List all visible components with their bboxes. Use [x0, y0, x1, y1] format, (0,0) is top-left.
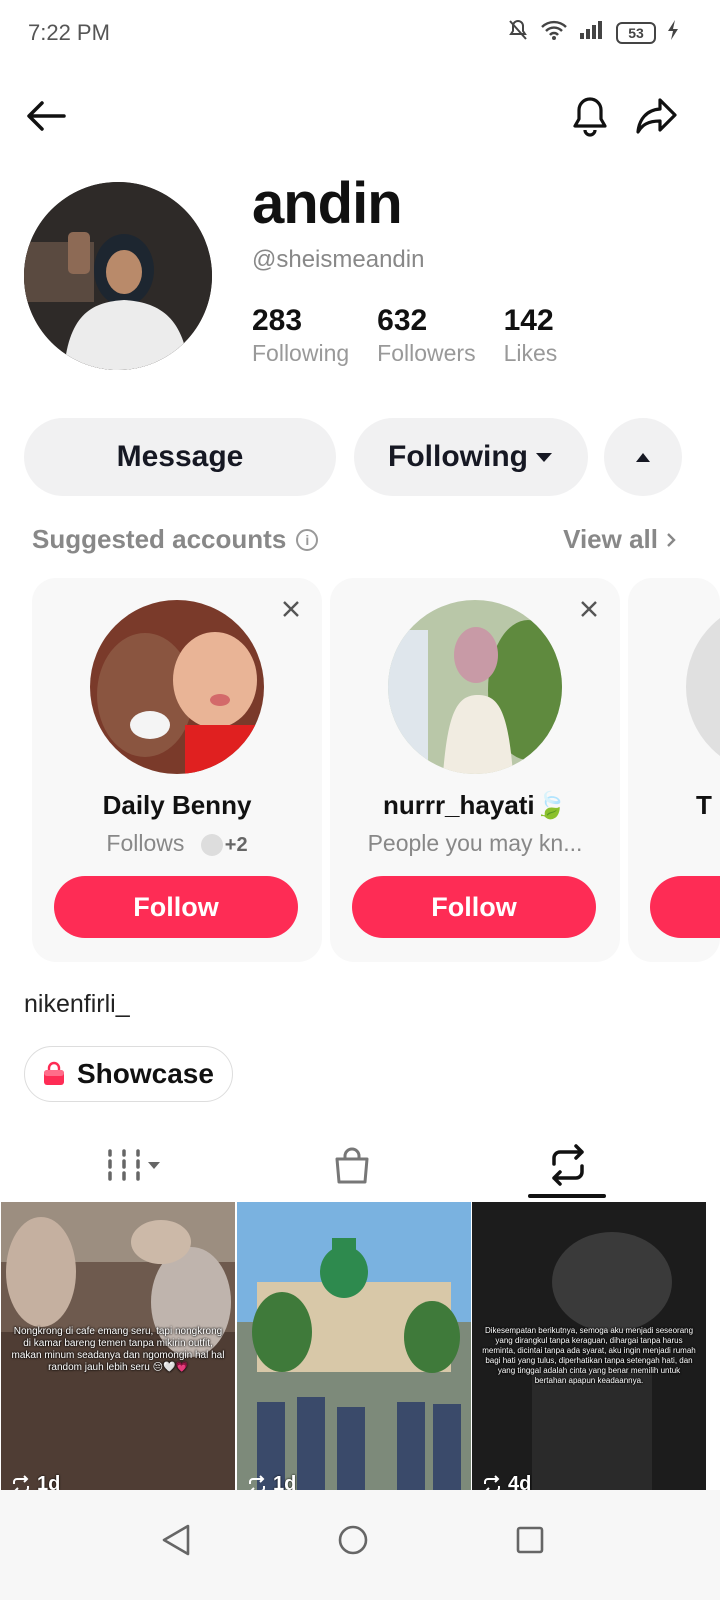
stat-label: Likes: [503, 340, 558, 366]
video-age: 4d: [482, 1473, 531, 1490]
suggested-name: T: [696, 790, 712, 820]
repost-small-icon: [249, 1474, 265, 1490]
video-caption: Dikesempatan berikutnya, semoga aku menj…: [482, 1326, 696, 1385]
stat-likes[interactable]: 142 Likes: [504, 304, 558, 367]
status-bar: 7:22 PM 53: [0, 0, 720, 66]
stat-value: 283: [252, 304, 303, 337]
profile-tabs: [0, 1130, 720, 1200]
shop-bag-icon: [335, 1147, 369, 1184]
follow-button[interactable]: Follow: [352, 876, 596, 938]
stat-following[interactable]: 283 Following: [252, 304, 349, 367]
bell-icon: [573, 97, 607, 137]
repost-icon: [552, 1144, 584, 1186]
stat-label: Followers: [377, 340, 476, 366]
follows-label: Follows: [106, 830, 185, 856]
chevron-right-icon: [667, 532, 676, 547]
suggested-title-label: Suggested accounts: [32, 524, 287, 554]
mute-icon: [506, 18, 530, 47]
system-recents-button[interactable]: [500, 1510, 560, 1570]
follow-button[interactable]: [650, 876, 720, 938]
video-caption: Nongkrong di cafe emang seru, tapi nongk…: [11, 1326, 225, 1373]
notification-bell-button[interactable]: [562, 88, 618, 144]
stat-value: 142: [503, 304, 554, 337]
suggested-avatar[interactable]: [90, 600, 264, 774]
circle-home-icon: [338, 1525, 368, 1555]
username: @sheismeandin: [252, 246, 425, 273]
suggested-accounts-title: Suggested accounts i: [32, 524, 319, 555]
tab-reposts[interactable]: [448, 1130, 688, 1200]
caret-down-icon: [535, 453, 552, 462]
grid-columns-icon: [108, 1149, 160, 1181]
charging-icon: [666, 19, 680, 46]
video-age-label: 4d: [508, 1473, 532, 1490]
shopping-bag-icon: [44, 1061, 64, 1085]
square-recents-icon: [516, 1526, 544, 1554]
mutual-count: +2: [224, 834, 248, 856]
following-button[interactable]: Following: [354, 418, 588, 496]
system-home-button[interactable]: [323, 1510, 383, 1570]
video-grid: Nongkrong di cafe emang seru, tapi nongk…: [0, 1202, 720, 1490]
stat-followers[interactable]: 632 Followers: [377, 304, 475, 367]
suggested-card[interactable]: nurrr_hayati🍃 People you may kn... Follo…: [330, 578, 620, 962]
system-nav-bar: [0, 1490, 720, 1600]
video-tile[interactable]: 1d: [237, 1202, 471, 1490]
share-button[interactable]: [628, 88, 684, 144]
video-age: 1d: [11, 1473, 60, 1490]
suggested-avatar[interactable]: [388, 600, 562, 774]
dismiss-button[interactable]: [574, 594, 604, 624]
profile-stats: 283 Following 632 Followers 142 Likes: [252, 304, 557, 367]
back-button[interactable]: [18, 88, 74, 144]
repost-small-icon: [13, 1474, 29, 1490]
back-arrow-icon: [27, 101, 66, 131]
view-all-link[interactable]: View all: [563, 524, 676, 555]
bio-text: nikenfirli_: [24, 990, 130, 1018]
suggested-avatar[interactable]: [686, 600, 720, 774]
showcase-label: Showcase: [77, 1058, 214, 1089]
suggested-subtitle: Follows +2: [32, 830, 322, 857]
video-age: 1d: [247, 1473, 296, 1490]
battery-icon: 53: [616, 21, 656, 44]
suggested-name: nurrr_hayati🍃: [382, 790, 568, 820]
collapse-suggestions-button[interactable]: [604, 418, 682, 496]
triangle-back-icon: [162, 1524, 190, 1556]
video-age-label: 1d: [273, 1473, 297, 1490]
system-back-button[interactable]: [146, 1510, 206, 1570]
video-tile[interactable]: Dikesempatan berikutnya, semoga aku menj…: [472, 1202, 706, 1490]
status-time: 7:22 PM: [28, 20, 110, 45]
view-all-label: View all: [563, 524, 658, 554]
suggested-card-partial[interactable]: T: [628, 578, 720, 962]
mutual-avatars: [200, 833, 223, 856]
stat-value: 632: [377, 304, 428, 337]
header: [0, 88, 720, 148]
signal-icon: [578, 19, 606, 46]
info-icon[interactable]: i: [296, 528, 319, 551]
close-icon: [581, 601, 597, 617]
share-icon: [636, 98, 677, 134]
close-icon: [283, 601, 299, 617]
follow-button[interactable]: Follow: [54, 876, 298, 938]
wifi-icon: [540, 19, 568, 46]
showcase-button[interactable]: Showcase: [24, 1046, 233, 1102]
dismiss-button[interactable]: [276, 594, 306, 624]
suggested-name: Daily Benny: [102, 790, 252, 820]
following-label: Following: [388, 440, 528, 473]
display-name: andin: [252, 171, 403, 236]
video-age-label: 1d: [37, 1473, 61, 1490]
profile-avatar[interactable]: [24, 182, 212, 370]
suggested-subtitle: People you may kn...: [367, 830, 583, 856]
repost-small-icon: [484, 1474, 500, 1490]
caret-up-icon: [636, 453, 650, 462]
tab-shop[interactable]: [232, 1130, 472, 1200]
suggested-card[interactable]: Daily Benny Follows +2 Follow: [32, 578, 322, 962]
message-button[interactable]: Message: [24, 418, 336, 496]
stat-label: Following: [252, 340, 350, 366]
video-tile[interactable]: Nongkrong di cafe emang seru, tapi nongk…: [1, 1202, 235, 1490]
active-tab-indicator: [528, 1194, 606, 1198]
status-icons: 53: [506, 18, 680, 47]
tab-videos[interactable]: [14, 1130, 254, 1200]
